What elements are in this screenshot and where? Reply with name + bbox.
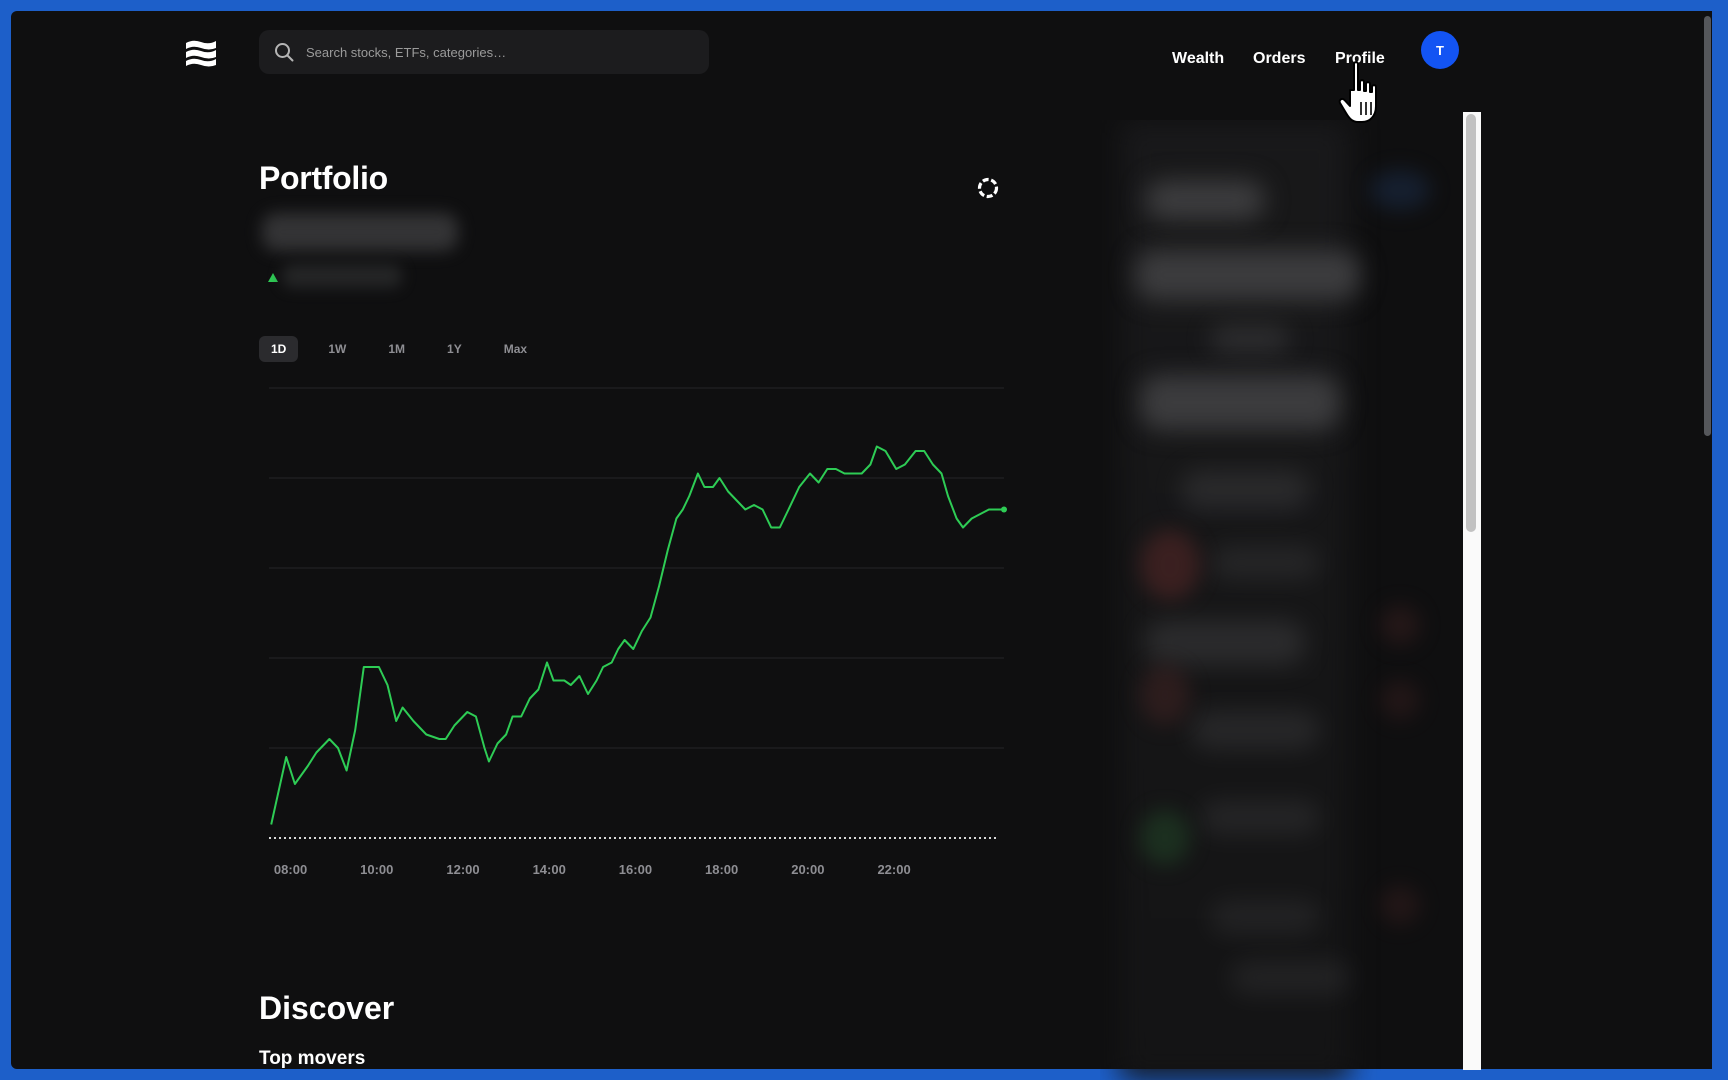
chart-endpoint-dot (1001, 506, 1007, 513)
search-icon (275, 43, 294, 62)
search-input[interactable] (304, 43, 688, 61)
section-subtitle-top-movers: Top movers (259, 1048, 366, 1069)
portfolio-change-hidden (282, 264, 402, 288)
chart-x-tick-label: 20:00 (791, 862, 824, 877)
time-range-selector: 1D 1W 1M 1Y Max (259, 336, 557, 362)
refresh-icon[interactable] (975, 175, 1001, 201)
chart-series-line (270, 445, 1004, 825)
page-scrollbar-thumb[interactable] (1704, 16, 1711, 436)
range-1d[interactable]: 1D (259, 336, 299, 362)
range-1m[interactable]: 1M (376, 336, 417, 362)
section-title-discover: Discover (259, 990, 395, 1026)
chart-x-tick-label: 12:00 (446, 862, 479, 877)
range-1y[interactable]: 1Y (435, 336, 474, 362)
chart-x-tick-label: 10:00 (360, 862, 393, 877)
brand-logo[interactable] (185, 38, 217, 68)
page-title: Portfolio (259, 160, 388, 196)
search-bar[interactable] (259, 30, 709, 74)
chart-x-tick-label: 16:00 (619, 862, 652, 877)
chart-x-tick-label: 18:00 (705, 862, 738, 877)
chart-x-tick-label: 22:00 (877, 862, 910, 877)
panel-scrollbar-thumb[interactable] (1466, 114, 1476, 532)
range-1w[interactable]: 1W (316, 336, 358, 362)
range-max[interactable]: Max (492, 336, 539, 362)
hand-cursor-icon (1338, 61, 1377, 123)
nav-wealth[interactable]: Wealth (1172, 50, 1224, 68)
chart-x-tick-label: 08:00 (274, 862, 307, 877)
portfolio-chart[interactable]: 08:00 10:00 12:00 14:00 16:00 18:00 20:00 22:00 (259, 378, 1009, 878)
avatar[interactable]: T (1421, 31, 1459, 69)
gain-arrow-icon (268, 273, 278, 282)
portfolio-value-hidden (262, 213, 458, 251)
nav-orders[interactable]: Orders (1253, 50, 1305, 68)
chart-x-tick-label: 14:00 (533, 862, 566, 877)
watchlist-panel-blurred (1100, 120, 1460, 1080)
